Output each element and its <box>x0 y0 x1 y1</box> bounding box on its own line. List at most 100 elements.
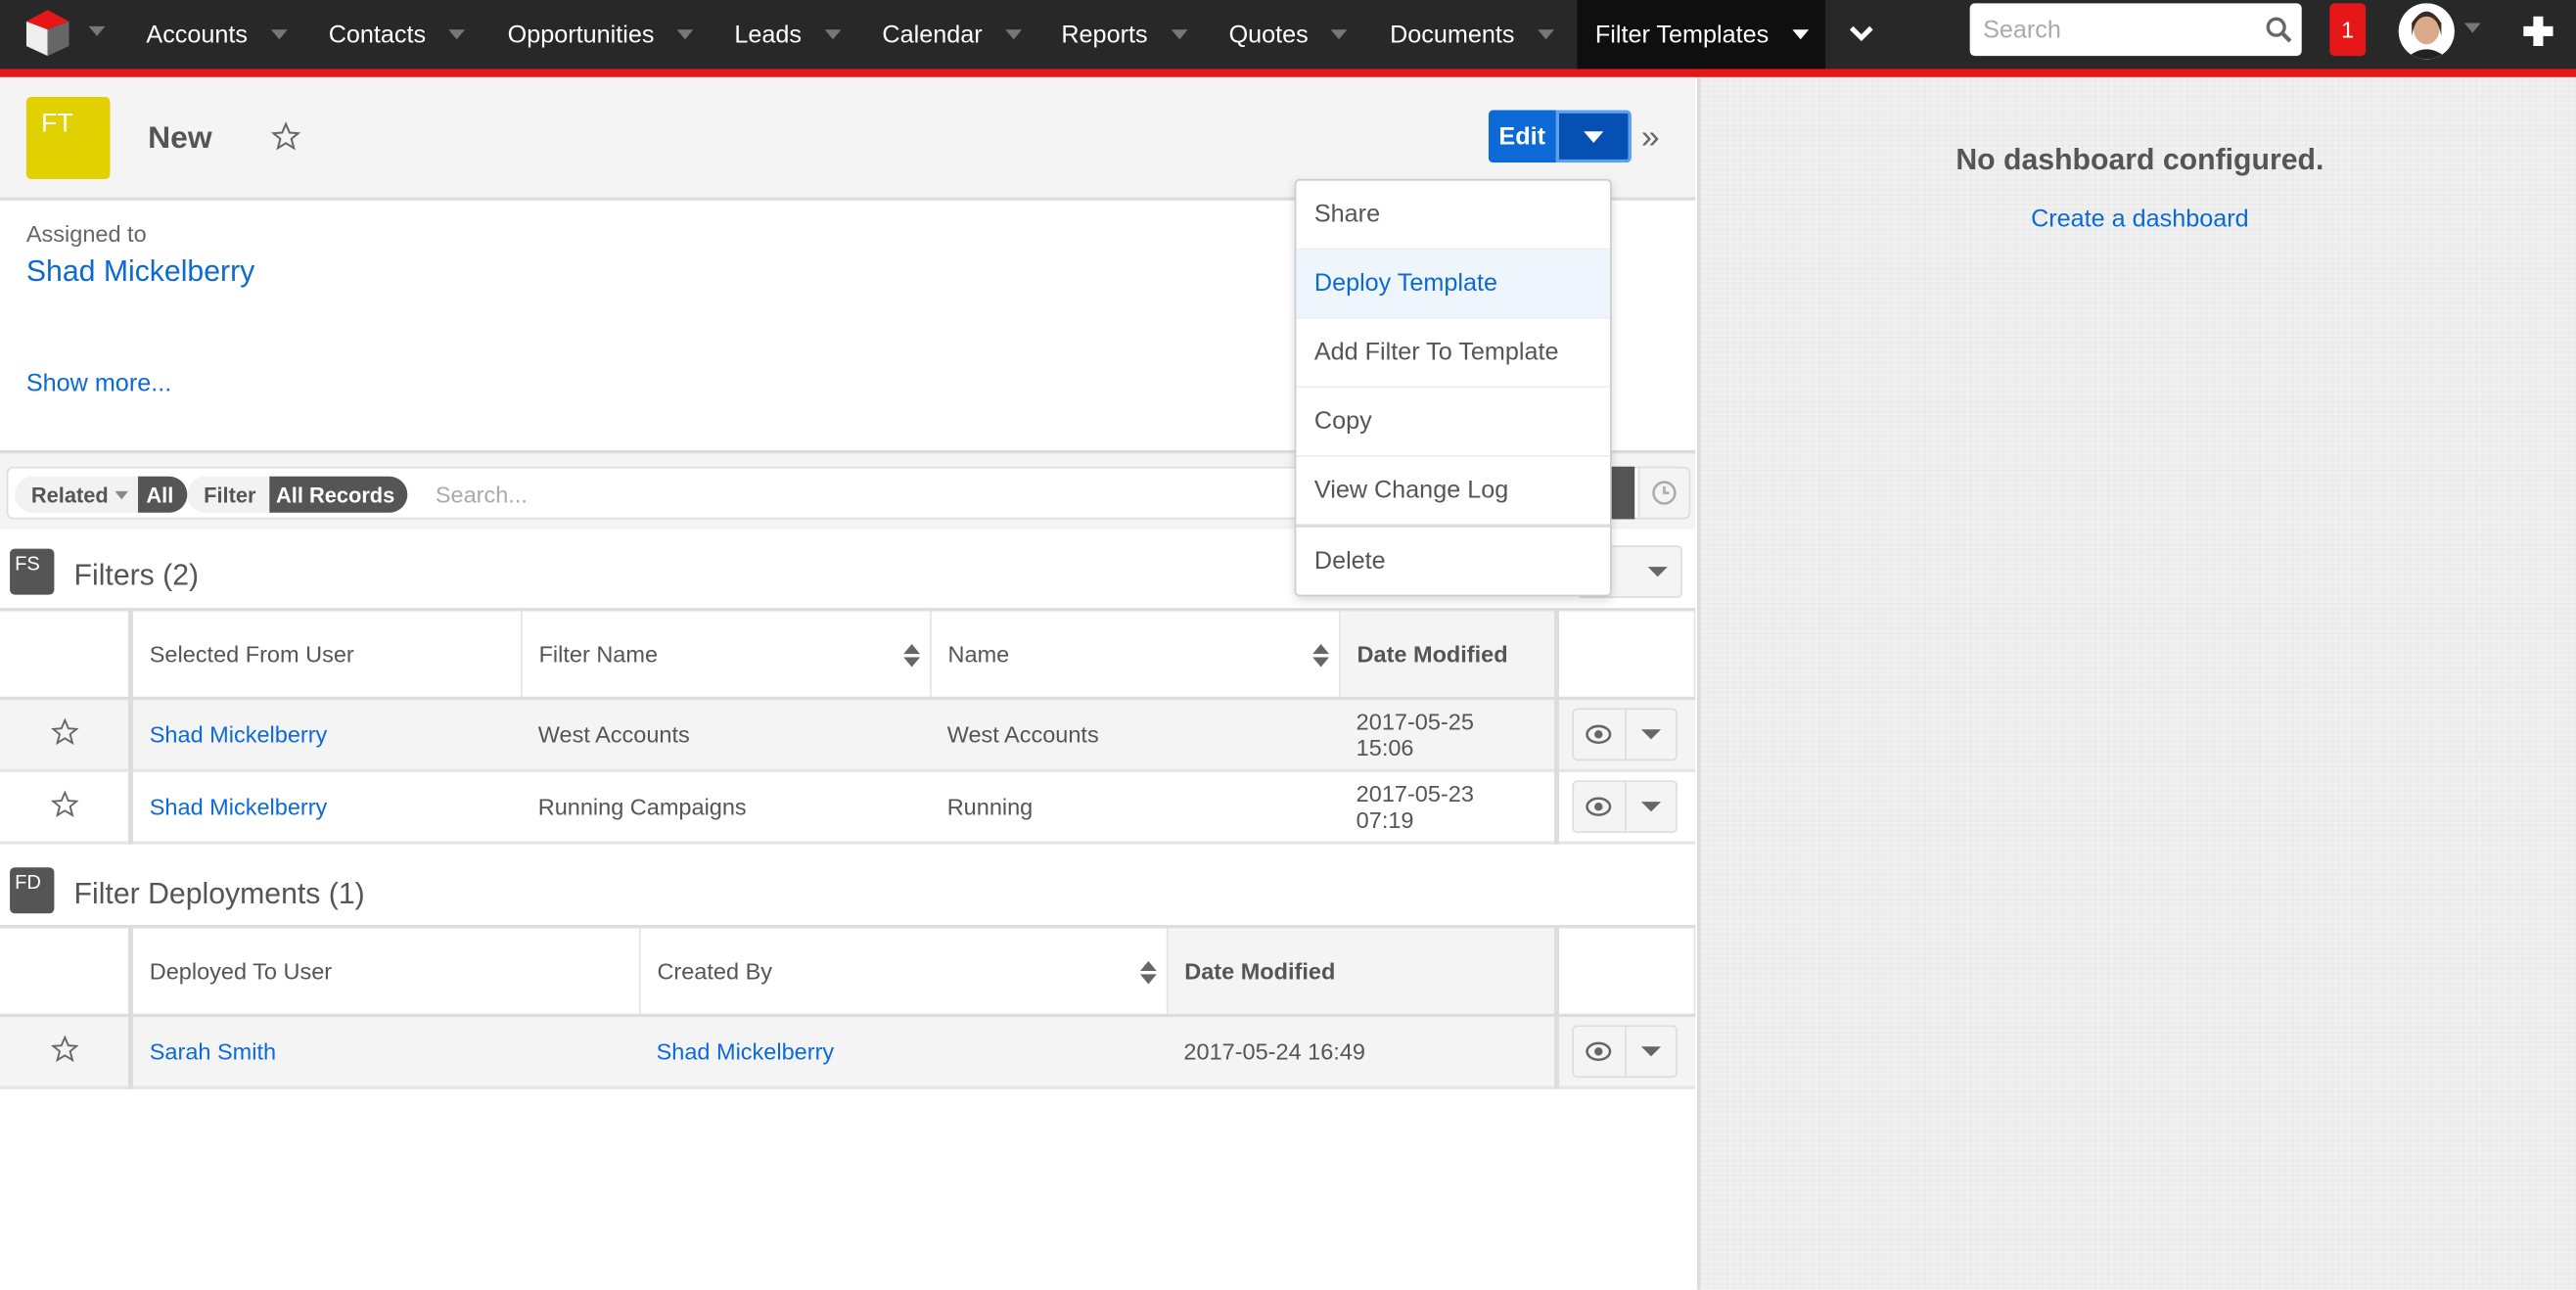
column-header[interactable]: Name <box>930 608 1341 701</box>
deployments-table: Deployed To User Created By Date Modifie… <box>0 925 1696 1089</box>
menu-item-add-filter-to-template[interactable]: Add Filter To Template <box>1296 319 1611 389</box>
chevron-down-icon[interactable] <box>1005 29 1022 40</box>
nav-item-contacts[interactable]: Contacts <box>329 0 466 69</box>
filter-value[interactable]: All Records <box>269 476 408 513</box>
column-header[interactable]: Date Modified <box>1167 925 1558 1018</box>
cell: Sarah Smith <box>130 1015 640 1089</box>
activity-stream-toggle[interactable] <box>1637 466 1691 520</box>
quick-create-plus-icon[interactable] <box>2520 13 2556 49</box>
user-link[interactable]: Shad Mickelberry <box>150 721 328 748</box>
favorite-star-icon[interactable] <box>50 790 78 818</box>
subpanel-badge: FD <box>10 867 55 914</box>
column-header[interactable]: Filter Name <box>521 608 932 701</box>
notifications-badge[interactable]: 1 <box>2329 3 2367 57</box>
chevron-down-icon <box>114 490 128 499</box>
caret-down-icon <box>1640 1046 1661 1057</box>
column-header[interactable]: Created By <box>639 925 1169 1018</box>
filter-label[interactable]: Filter <box>187 476 269 513</box>
row-dropdown-toggle[interactable] <box>1626 1027 1676 1076</box>
assigned-to-link[interactable]: Shad Mickelberry <box>26 254 254 289</box>
preview-button[interactable] <box>1574 1027 1626 1077</box>
user-link[interactable]: Sarah Smith <box>150 1038 276 1065</box>
column-header[interactable]: Date Modified <box>1339 608 1558 701</box>
dashboard-message: No dashboard configured. <box>1955 143 2324 176</box>
show-more-link[interactable]: Show more... <box>26 370 171 398</box>
column-header[interactable]: Selected From User <box>130 608 523 701</box>
chevron-down-icon[interactable] <box>448 29 466 40</box>
user-avatar[interactable] <box>2398 3 2455 60</box>
nav-item-quotes[interactable]: Quotes <box>1229 0 1349 69</box>
star-cell <box>0 770 133 845</box>
caret-down-icon <box>1640 802 1661 812</box>
user-link[interactable]: Shad Mickelberry <box>657 1038 835 1065</box>
sort-icon[interactable] <box>1139 960 1157 985</box>
chevron-down-icon[interactable] <box>676 29 694 40</box>
search-icon[interactable] <box>2266 17 2292 43</box>
cell: 2017-05-23 07:19 <box>1339 770 1557 845</box>
user-link[interactable]: Shad Mickelberry <box>150 794 328 820</box>
eye-icon <box>1586 797 1612 816</box>
cell: 2017-05-24 16:49 <box>1167 1015 1557 1089</box>
nav-item-accounts[interactable]: Accounts <box>146 0 288 69</box>
row-dropdown-toggle[interactable] <box>1626 710 1676 759</box>
actions-dropdown-menu: Share Deploy Template Add Filter To Temp… <box>1294 178 1612 597</box>
actions-dropdown-toggle[interactable] <box>1555 110 1632 163</box>
menu-item-delete[interactable]: Delete <box>1296 528 1610 595</box>
favorite-star-icon[interactable] <box>50 1035 78 1064</box>
nav-item-calendar[interactable]: Calendar <box>882 0 1022 69</box>
menu-item-share[interactable]: Share <box>1296 181 1611 251</box>
edit-button-group: Edit <box>1488 110 1632 163</box>
chevron-down-icon[interactable] <box>270 29 288 40</box>
header-cell <box>1553 608 1696 701</box>
table-row[interactable]: Shad Mickelberry Running Campaigns Runni… <box>0 770 1695 845</box>
create-dashboard-link[interactable]: Create a dashboard <box>1700 206 2576 234</box>
sort-icon[interactable] <box>903 644 921 668</box>
nav-item-documents[interactable]: Documents <box>1390 0 1554 69</box>
chevron-down-icon[interactable] <box>1171 29 1187 40</box>
column-header[interactable]: Deployed To User <box>130 925 641 1018</box>
menu-item-copy[interactable]: Copy <box>1296 388 1611 457</box>
sort-icon[interactable] <box>1312 644 1329 668</box>
related-dropdown[interactable]: Related <box>15 476 141 513</box>
subpanel-search-input[interactable]: Search... <box>436 482 528 508</box>
nav-item-filter-templates[interactable]: Filter Templates <box>1577 0 1825 69</box>
table-row[interactable]: Sarah Smith Shad Mickelberry 2017-05-24 … <box>0 1015 1695 1089</box>
chevron-down-icon[interactable] <box>824 29 842 40</box>
favorite-star-icon[interactable] <box>50 717 78 747</box>
cell: West Accounts <box>930 698 1340 772</box>
cell: West Accounts <box>521 698 931 772</box>
logo-caret-icon[interactable] <box>88 25 106 36</box>
chevron-down-icon[interactable] <box>1791 29 1809 40</box>
menu-item-view-change-log[interactable]: View Change Log <box>1296 457 1611 528</box>
nav-item-leads[interactable]: Leads <box>734 0 842 69</box>
menu-item-deploy-template[interactable]: Deploy Template <box>1296 250 1611 319</box>
header-cell <box>0 925 133 1018</box>
user-menu-caret-icon[interactable] <box>2463 23 2481 33</box>
cell: Running Campaigns <box>521 770 931 845</box>
row-dropdown-toggle[interactable] <box>1626 782 1676 831</box>
dashboard-pane: No dashboard configured. Create a dashbo… <box>1696 76 2576 1290</box>
table-row[interactable]: Shad Mickelberry West Accounts West Acco… <box>0 698 1695 772</box>
caret-down-icon <box>1584 130 1604 143</box>
deployments-subpanel-header[interactable]: FD Filter Deployments (1) <box>0 848 1695 927</box>
sugar-logo-icon[interactable] <box>25 10 69 57</box>
toggle-sidebar-icon[interactable]: » <box>1641 120 1660 159</box>
table-header-row: Selected From User Filter Name Name Date… <box>0 608 1696 701</box>
global-search-input[interactable]: Search <box>1969 3 2302 57</box>
nav-item-reports[interactable]: Reports <box>1061 0 1187 69</box>
more-modules-chevron-icon[interactable] <box>1843 13 1879 52</box>
preview-button[interactable] <box>1574 710 1626 760</box>
cell: Shad Mickelberry <box>130 770 522 845</box>
edit-button[interactable]: Edit <box>1488 110 1556 163</box>
row-actions <box>1572 1025 1678 1079</box>
nav-item-opportunities[interactable]: Opportunities <box>508 0 694 69</box>
related-value[interactable]: All <box>138 476 187 513</box>
preview-button[interactable] <box>1574 782 1626 832</box>
favorite-star-icon[interactable] <box>270 121 301 151</box>
subpanel-title: Filter Deployments (1) <box>73 877 365 910</box>
chevron-down-icon[interactable] <box>1331 29 1349 40</box>
user-avatar-image <box>2398 3 2455 60</box>
clock-icon <box>1652 481 1677 505</box>
chevron-down-icon[interactable] <box>1537 29 1554 40</box>
row-actions-cell <box>1553 770 1695 845</box>
